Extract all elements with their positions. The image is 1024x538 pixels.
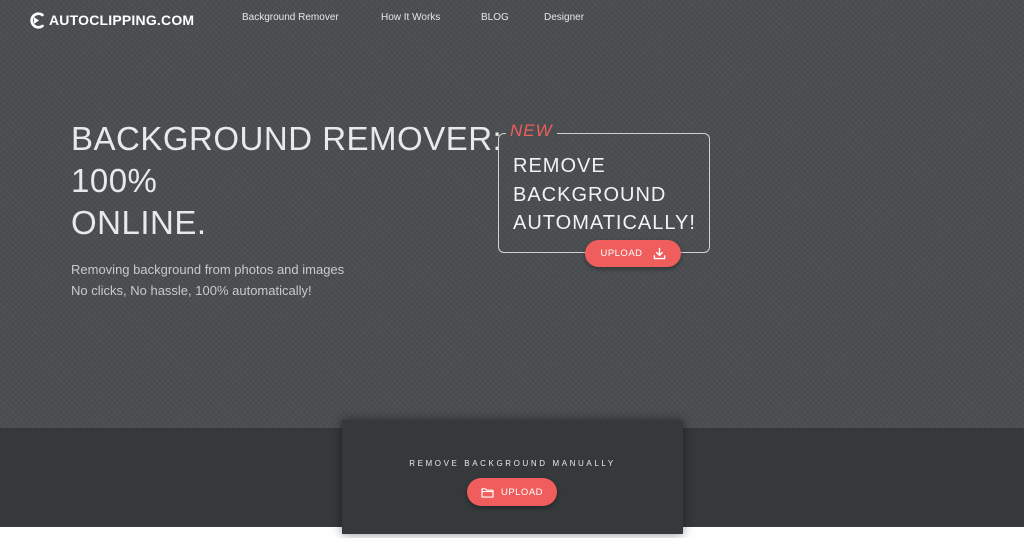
promo-line-3: AUTOMATICALLY! bbox=[513, 212, 696, 234]
manual-card bbox=[342, 420, 683, 534]
promo-line-1: REMOVE bbox=[513, 155, 606, 177]
logo[interactable]: AUTOCLIPPING.COM bbox=[28, 10, 194, 30]
nav-link-designer[interactable]: Designer bbox=[544, 12, 584, 23]
subtitle-line-2: No clicks, No hassle, 100% automatically… bbox=[71, 283, 312, 298]
new-badge: NEW bbox=[506, 121, 557, 141]
headline-line-2: 100% bbox=[71, 162, 158, 199]
upload-auto-label: UPLOAD bbox=[600, 248, 643, 259]
manual-title: REMOVE BACKGROUND MANUALLY bbox=[409, 459, 616, 468]
promo-line-2: BACKGROUND bbox=[513, 183, 667, 206]
upload-auto-button[interactable]: UPLOAD bbox=[585, 240, 681, 267]
page: AUTOCLIPPING.COM Background Remover How … bbox=[0, 0, 1024, 538]
auto-remove-heading: REMOVE BACKGROUND AUTOMATICALLY! bbox=[513, 152, 696, 238]
hero-headline: BACKGROUND REMOVER: 100% ONLINE. bbox=[71, 118, 502, 244]
logo-text: AUTOCLIPPING.COM bbox=[49, 12, 195, 28]
logo-mark-icon bbox=[30, 11, 44, 29]
nav-link-blog[interactable]: BLOG bbox=[481, 12, 509, 23]
download-icon bbox=[653, 247, 666, 260]
hero-subtitle: Removing background from photos and imag… bbox=[71, 259, 344, 301]
headline-line-1: BACKGROUND REMOVER: bbox=[71, 120, 503, 157]
navbar: AUTOCLIPPING.COM Background Remover How … bbox=[0, 0, 1024, 40]
nav-link-how-it-works[interactable]: How It Works bbox=[381, 12, 440, 23]
nav-link-background-remover[interactable]: Background Remover bbox=[242, 12, 339, 23]
folder-icon bbox=[481, 487, 494, 498]
headline-line-3: ONLINE. bbox=[71, 204, 207, 241]
subtitle-line-1: Removing background from photos and imag… bbox=[71, 262, 345, 277]
upload-manual-button[interactable]: UPLOAD bbox=[467, 478, 557, 506]
upload-manual-label: UPLOAD bbox=[500, 486, 544, 498]
